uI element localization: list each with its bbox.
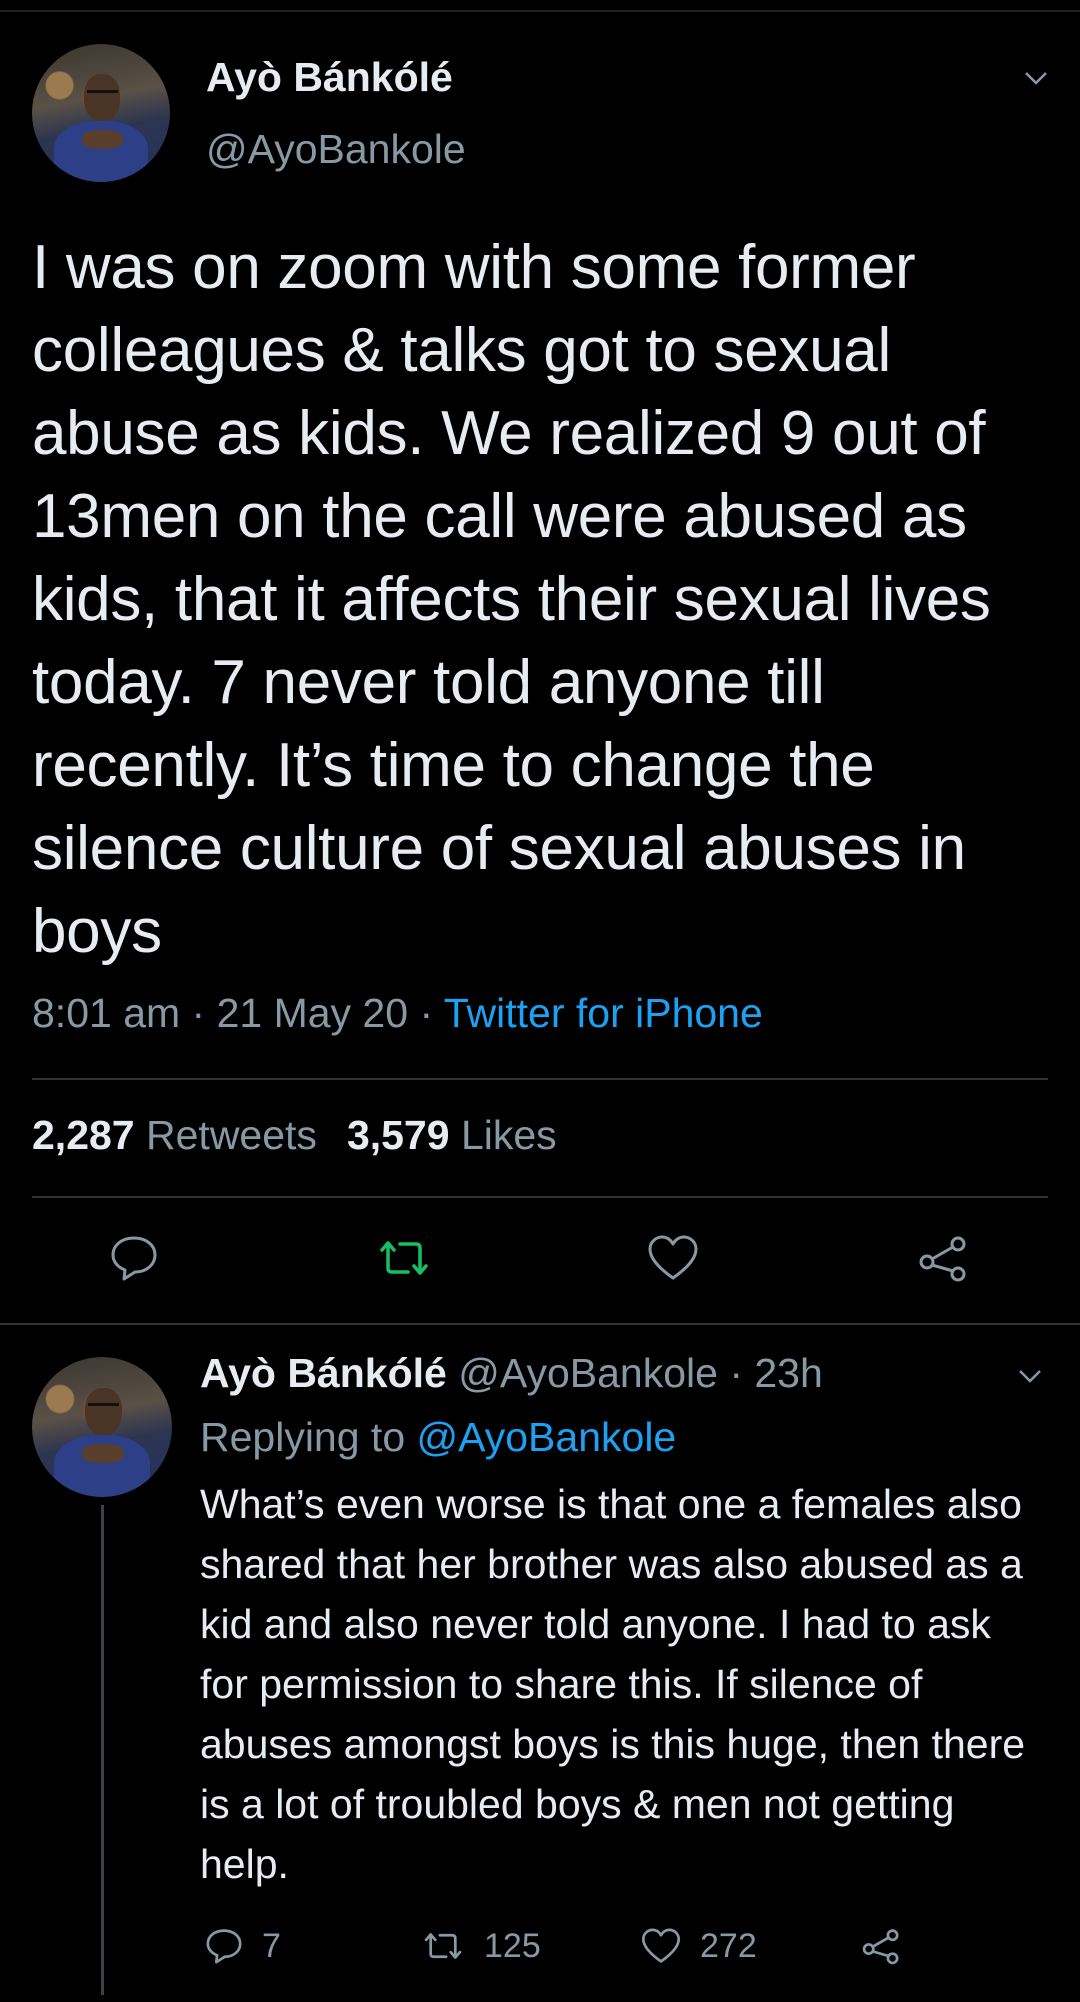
reply-share-button[interactable] [860,1924,902,1968]
retweet-icon [380,1241,428,1275]
chevron-down-icon[interactable] [1018,1368,1041,1390]
share-icon [862,1929,899,1965]
replying-to: Replying to @AyoBankole [200,1414,676,1461]
retweets-stat[interactable]: 2,287 Retweets [32,1112,317,1158]
replying-label: Replying to [200,1414,406,1460]
chevron-down-icon[interactable] [1024,70,1047,92]
divider [32,1078,1048,1080]
tweet-time: 8:01 am [32,990,181,1036]
retweet-button[interactable] [376,1232,432,1288]
display-name[interactable]: Ayò Bánkólé [206,54,453,101]
reply-button[interactable] [108,1232,164,1288]
meta-separator: · [180,990,217,1036]
speech-bubble-icon [111,1236,157,1281]
reply-reply-button[interactable]: 7 [204,1924,281,1968]
reply-count: 7 [262,1926,281,1965]
tweet-source-link[interactable]: Twitter for iPhone [444,990,763,1036]
retweet-icon [424,1933,462,1959]
reply-retweet-count: 125 [484,1926,541,1965]
reply-display-name[interactable]: Ayò Bánkólé [200,1350,447,1396]
replying-mention-link[interactable]: @AyoBankole [417,1414,677,1460]
like-button[interactable] [646,1232,702,1288]
top-divider [0,10,1080,12]
heart-icon [641,1928,681,1963]
share-icon [919,1236,966,1282]
tweet-separator [0,1323,1080,1325]
avatar[interactable] [32,44,170,182]
retweets-count: 2,287 [32,1112,135,1158]
reply-time: 23h [754,1350,823,1396]
speech-bubble-icon [206,1929,242,1964]
tweet-date: 21 May 20 [216,990,409,1036]
reply-handle[interactable]: @AyoBankole [458,1350,718,1396]
meta-separator: · [717,1350,755,1396]
reply-retweet-button[interactable]: 125 [420,1924,541,1968]
likes-label: Likes [460,1112,557,1158]
retweets-label: Retweets [146,1112,317,1158]
reply-like-button[interactable]: 272 [640,1924,757,1968]
tweet-text: I was on zoom with some former colleague… [32,233,991,966]
user-handle[interactable]: @AyoBankole [206,126,466,173]
divider [32,1196,1048,1198]
tweet-stats: 2,287 Retweets 3,579 Likes [32,1112,557,1159]
meta-separator: · [408,990,444,1036]
likes-count: 3,579 [346,1112,450,1158]
reply-avatar[interactable] [32,1357,172,1497]
heart-icon [648,1235,698,1280]
tweet-meta: 8:01 am · 21 May 20 · Twitter for iPhone [32,990,763,1037]
thread-line [101,1505,104,1995]
reply-text: What’s even worse is that one a females … [200,1481,1026,1887]
likes-stat[interactable]: 3,579 Likes [347,1112,557,1158]
share-button[interactable] [916,1232,972,1288]
reply-header: Ayò Bánkólé @AyoBankole · 23h [200,1350,823,1397]
reply-like-count: 272 [700,1926,757,1965]
